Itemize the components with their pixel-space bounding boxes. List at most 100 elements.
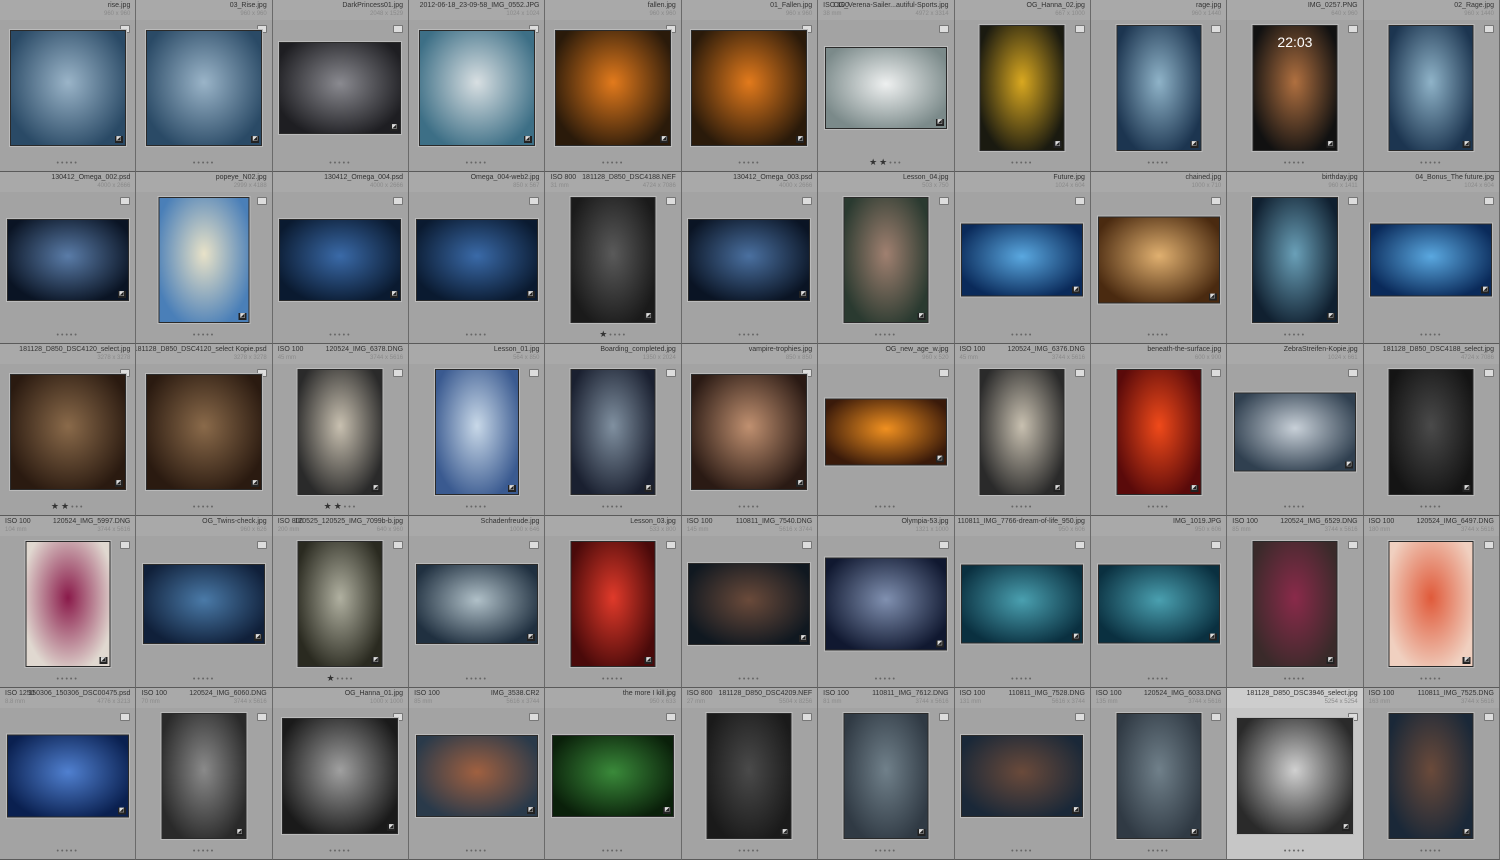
photo-thumbnail[interactable]: ◩: [9, 374, 126, 490]
quick-collection-icon[interactable]: [1211, 541, 1222, 549]
develop-adjustments-icon[interactable]: ◩: [390, 124, 399, 131]
photo-thumbnail[interactable]: ◩: [297, 369, 383, 495]
photo-thumbnail[interactable]: ◩: [843, 197, 929, 323]
star-rating[interactable]: •••••: [955, 845, 1090, 855]
develop-adjustments-icon[interactable]: ◩: [114, 480, 123, 487]
develop-adjustments-icon[interactable]: ◩: [1072, 633, 1081, 641]
photo-thumbnail[interactable]: ◩: [9, 30, 126, 146]
star-empty-icon[interactable]: •: [483, 848, 487, 855]
develop-adjustments-icon[interactable]: ◩: [1481, 286, 1490, 294]
star-rating[interactable]: ★••••: [545, 329, 680, 340]
quick-collection-icon[interactable]: [120, 197, 131, 205]
photo-thumbnail[interactable]: ◩: [146, 374, 263, 490]
develop-adjustments-icon[interactable]: ◩: [1190, 829, 1199, 836]
star-empty-icon[interactable]: •: [211, 676, 215, 683]
star-empty-icon[interactable]: •: [1302, 848, 1306, 855]
star-empty-icon[interactable]: •: [893, 676, 897, 683]
star-empty-icon[interactable]: •: [1029, 676, 1033, 683]
photo-thumbnail[interactable]: ◩: [552, 735, 675, 817]
grid-cell[interactable]: 01_Fallen.jpg 960 x 960 ◩ •••••: [681, 0, 819, 172]
develop-adjustments-icon[interactable]: ◩: [235, 829, 244, 836]
grid-cell[interactable]: 130412_Omega_002.psd 4000 x 2666 ◩ •••••: [0, 172, 137, 344]
develop-adjustments-icon[interactable]: ◩: [254, 634, 263, 641]
photo-thumbnail[interactable]: ◩: [1370, 223, 1493, 297]
star-rating[interactable]: •••••: [409, 329, 544, 339]
grid-cell[interactable]: 120524_IMG_6060.DNG 3744 x 5616 ISO 100 70 …: [136, 688, 273, 860]
quick-collection-icon[interactable]: [393, 541, 404, 549]
develop-adjustments-icon[interactable]: ◩: [1053, 485, 1062, 492]
grid-cell[interactable]: Schadenfreude.jpg 1000 x 646 ◩ •••••: [409, 516, 546, 688]
develop-adjustments-icon[interactable]: ◩: [251, 480, 260, 487]
photo-thumbnail[interactable]: ◩: [691, 30, 808, 146]
star-rating[interactable]: •••••: [409, 845, 544, 855]
photo-thumbnail[interactable]: ◩: [146, 30, 263, 146]
grid-cell[interactable]: fallen.jpg 960 x 960 ◩ •••••: [545, 0, 682, 172]
develop-adjustments-icon[interactable]: ◩: [1462, 485, 1471, 492]
develop-adjustments-icon[interactable]: ◩: [251, 136, 260, 143]
quick-collection-icon[interactable]: [938, 541, 949, 549]
star-rating[interactable]: •••••: [1091, 501, 1226, 511]
photo-thumbnail[interactable]: ◩: [824, 398, 947, 466]
photo-thumbnail[interactable]: ◩: [843, 713, 929, 839]
grid-cell[interactable]: OG_Hanna_02.jpg 667 x 1000 ◩ •••••: [954, 0, 1091, 172]
develop-adjustments-icon[interactable]: ◩: [1326, 313, 1335, 320]
develop-adjustments-icon[interactable]: ◩: [1462, 657, 1471, 664]
star-rating[interactable]: •••••: [136, 329, 271, 339]
develop-adjustments-icon[interactable]: ◩: [371, 657, 380, 664]
grid-cell[interactable]: 110811_IMG_7525.DNG 3744 x 5616 ISO 100 163…: [1363, 688, 1500, 860]
develop-adjustments-icon[interactable]: ◩: [1190, 141, 1199, 148]
photo-thumbnail[interactable]: ◩: [1236, 718, 1353, 834]
grid-cell[interactable]: vampire-trophies.jpg 850 x 850 ◩ •••••: [681, 344, 819, 516]
grid-cell[interactable]: 181128_D850_DSC3946_select.jpg 5254 x 525…: [1227, 688, 1364, 860]
develop-adjustments-icon[interactable]: ◩: [1326, 141, 1335, 148]
quick-collection-icon[interactable]: [393, 197, 404, 205]
star-rating[interactable]: •••••: [1227, 329, 1362, 339]
quick-collection-icon[interactable]: [256, 713, 267, 721]
develop-adjustments-icon[interactable]: ◩: [799, 291, 808, 298]
star-rating[interactable]: •••••: [273, 157, 408, 167]
develop-adjustments-icon[interactable]: ◩: [935, 119, 944, 126]
star-rating[interactable]: •••••: [1364, 501, 1499, 511]
star-empty-icon[interactable]: •: [1438, 504, 1442, 511]
develop-adjustments-icon[interactable]: ◩: [935, 455, 944, 463]
star-rating[interactable]: •••••: [273, 845, 408, 855]
star-empty-icon[interactable]: •: [1438, 160, 1442, 167]
star-rating[interactable]: •••••: [1227, 845, 1362, 855]
quick-collection-icon[interactable]: [1347, 541, 1358, 549]
develop-adjustments-icon[interactable]: ◩: [917, 829, 926, 836]
quick-collection-icon[interactable]: [1211, 713, 1222, 721]
star-empty-icon[interactable]: •: [756, 676, 760, 683]
photo-thumbnail[interactable]: ◩: [824, 47, 947, 129]
star-empty-icon[interactable]: •: [1029, 332, 1033, 339]
grid-cell[interactable]: Lesson_04.jpg 503 x 750 ◩ •••••: [818, 172, 955, 344]
grid-cell[interactable]: 120524_IMG_6529.DNG 3744 x 5616 ISO 100 85 …: [1227, 516, 1364, 688]
develop-adjustments-icon[interactable]: ◩: [1344, 461, 1353, 469]
photo-thumbnail[interactable]: ◩: [6, 734, 129, 818]
photo-thumbnail[interactable]: ◩: [961, 223, 1084, 297]
star-empty-icon[interactable]: •: [756, 848, 760, 855]
grid-cell[interactable]: DarkPrincess01.jpg 2048 x 1529 ◩ •••••: [272, 0, 410, 172]
photo-thumbnail[interactable]: ◩: [161, 713, 247, 839]
photo-thumbnail[interactable]: ◩: [706, 713, 792, 839]
star-empty-icon[interactable]: •: [1165, 848, 1169, 855]
photo-thumbnail[interactable]: ◩: [1233, 392, 1356, 472]
star-filled-icon[interactable]: ★: [869, 157, 879, 167]
grid-cell[interactable]: 04_Bonus_The future.jpg 1024 x 604 ◩ •••••: [1363, 172, 1500, 344]
photo-thumbnail[interactable]: ◩: [434, 369, 519, 495]
grid-cell[interactable]: IMG_0257.PNG 640 x 960 22:03 ◩ •••••: [1227, 0, 1364, 172]
star-rating[interactable]: •••••: [273, 329, 408, 339]
quick-collection-icon[interactable]: [802, 197, 813, 205]
star-empty-icon[interactable]: •: [1165, 676, 1169, 683]
quick-collection-icon[interactable]: [938, 369, 949, 377]
star-empty-icon[interactable]: •: [620, 160, 624, 167]
grid-cell[interactable]: 02_Rage.jpg 960 x 1440 ◩ •••••: [1363, 0, 1500, 172]
photo-thumbnail[interactable]: ◩: [25, 541, 111, 667]
star-rating[interactable]: •••••: [1364, 845, 1499, 855]
star-filled-icon[interactable]: ★: [61, 501, 71, 511]
star-rating[interactable]: •••••: [682, 673, 817, 683]
grid-cell[interactable]: 130412_Omega_004.psd 4000 x 2666 ◩ •••••: [272, 172, 410, 344]
develop-adjustments-icon[interactable]: ◩: [799, 635, 808, 642]
quick-collection-icon[interactable]: [1074, 541, 1085, 549]
star-empty-icon[interactable]: •: [211, 848, 215, 855]
develop-adjustments-icon[interactable]: ◩: [780, 829, 789, 836]
